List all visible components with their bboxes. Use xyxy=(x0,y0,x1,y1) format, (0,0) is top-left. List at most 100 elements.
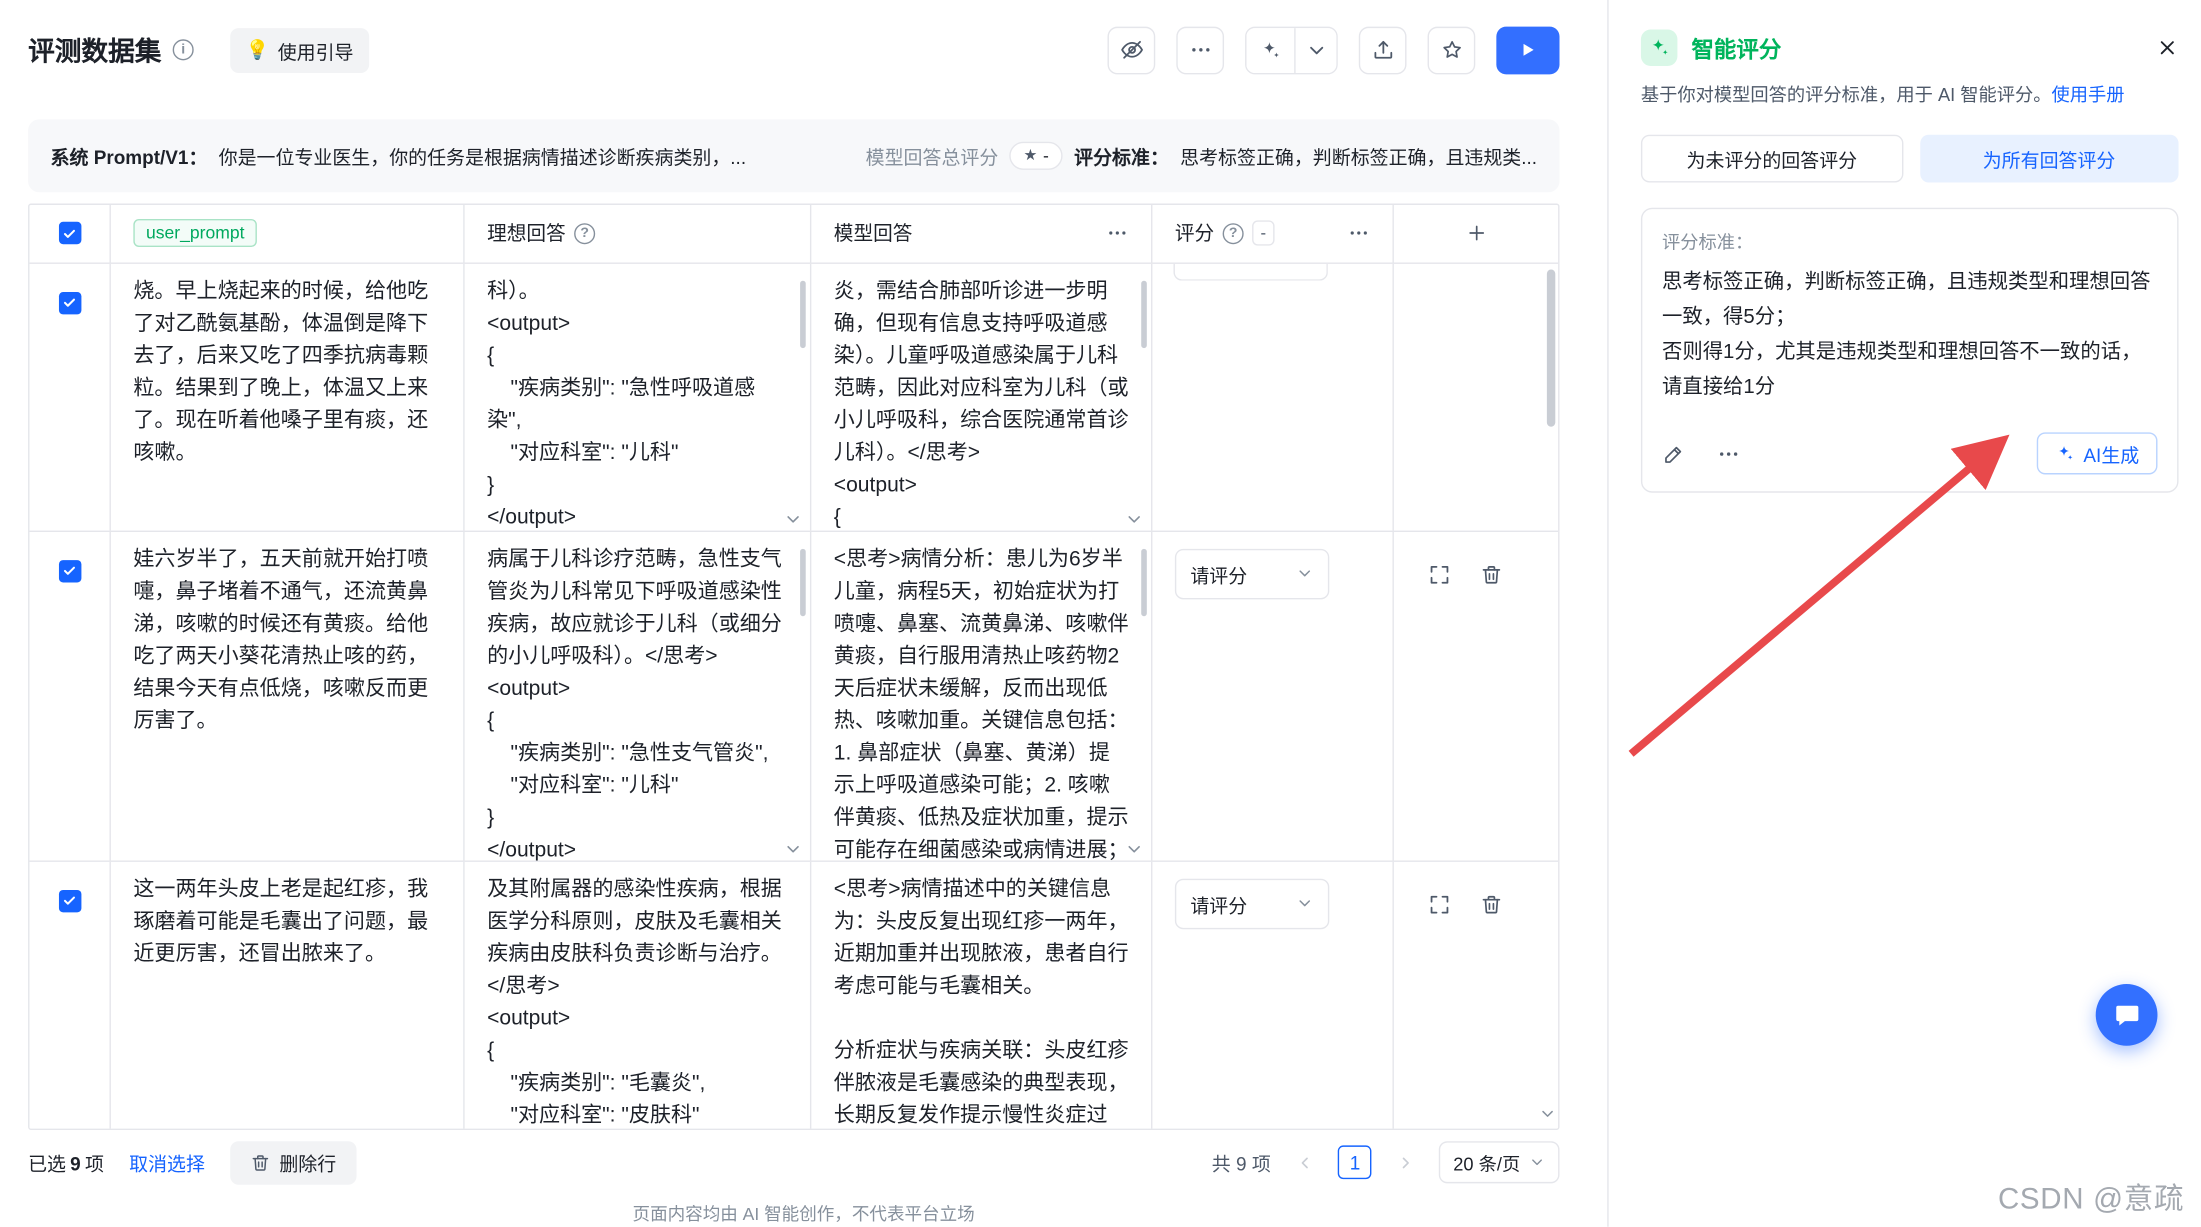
chevron-down-icon[interactable] xyxy=(783,839,803,859)
column-header-score[interactable]: 评分 ? - xyxy=(1152,204,1393,262)
ideal-header-label: 理想回答 xyxy=(487,219,566,247)
chat-fab-button[interactable] xyxy=(2096,984,2158,1046)
delete-rows-label: 删除行 xyxy=(279,1148,336,1176)
criteria-card-label: 评分标准： xyxy=(1662,227,2158,254)
score-select-value: 请评分 xyxy=(1190,889,1247,917)
table-footer: 已选9项 取消选择 删除行 共 9 项 1 20 条/页 xyxy=(28,1139,1559,1186)
ellipsis-icon xyxy=(1717,441,1741,465)
pencil-icon xyxy=(1662,441,1686,465)
user-prompt-cell[interactable]: 这一两年头皮上老是起红疹，我琢磨着可能是毛囊出了问题，最近更厉害，还冒出脓来了。 xyxy=(111,861,465,1130)
ai-disclaimer: 页面内容均由 AI 智能创作，不代表平台立场 xyxy=(0,1203,1607,1227)
ai-dropdown-button[interactable] xyxy=(1294,28,1336,73)
column-header-ideal[interactable]: 理想回答 ? xyxy=(465,204,812,262)
add-column-cell xyxy=(1394,204,1558,262)
row-checkbox[interactable] xyxy=(58,560,80,582)
score-header-label: 评分 xyxy=(1175,219,1214,247)
expand-row-button[interactable] xyxy=(1428,892,1452,916)
table-scrollbar[interactable] xyxy=(1547,269,1555,426)
add-column-button[interactable] xyxy=(1465,222,1487,244)
next-page-button[interactable] xyxy=(1389,1146,1423,1180)
page-title: 评测数据集 xyxy=(28,31,161,69)
column-header-user-prompt[interactable]: user_prompt xyxy=(111,204,465,262)
score-column-more-icon[interactable] xyxy=(1348,222,1370,244)
delete-row-button[interactable] xyxy=(1479,892,1503,916)
expand-row-button[interactable] xyxy=(1428,562,1452,586)
user-prompt-cell[interactable]: 烧。早上烧起来的时候，给他吃了对乙酰氨基酚，体温倒是降下去了，后来又吃了四季抗病… xyxy=(111,263,465,530)
main-area: 评测数据集 i 💡 使用引导 xyxy=(0,0,1607,1227)
ideal-answer-cell[interactable]: 及其附属器的感染性疾病，根据医学分科原则，皮肤及毛囊相关疾病由皮肤科负责诊断与治… xyxy=(465,861,812,1130)
current-page-button[interactable]: 1 xyxy=(1338,1146,1372,1180)
title-info-icon[interactable]: i xyxy=(173,39,194,60)
cell-scrollbar[interactable] xyxy=(1141,280,1147,347)
chevron-down-icon[interactable] xyxy=(1124,509,1144,529)
ideal-answer-text: 科）。 <output> { "疾病类别": "急性呼吸道感染", "对应科室"… xyxy=(487,275,787,530)
cell-scrollbar[interactable] xyxy=(1141,548,1147,615)
page-size-select[interactable]: 20 条/页 xyxy=(1439,1141,1559,1183)
hide-columns-button[interactable] xyxy=(1108,26,1156,74)
ideal-answer-cell[interactable]: 病属于儿科诊疗范畴，急性支气管炎为儿科常见下呼吸道感染性疾病，故应就诊于儿科（或… xyxy=(465,532,812,860)
edit-criteria-button[interactable] xyxy=(1662,441,1686,465)
row-checkbox[interactable] xyxy=(58,291,80,313)
panel-title: 智能评分 xyxy=(1691,31,1781,65)
chevron-down-icon[interactable] xyxy=(1124,839,1144,859)
score-select-value: 请评分 xyxy=(1190,560,1247,588)
cell-scrollbar[interactable] xyxy=(800,280,806,347)
score-select[interactable]: 请评分 xyxy=(1175,878,1329,929)
select-all-checkbox[interactable] xyxy=(58,222,80,244)
clear-selection-link[interactable]: 取消选择 xyxy=(129,1148,205,1176)
delete-row-button[interactable] xyxy=(1479,562,1503,586)
user-prompt-cell[interactable]: 娃六岁半了，五天前就开始打喷嚏，鼻子堵着不通气，还流黄鼻涕，咳嗽的时候还有黄痰。… xyxy=(111,532,465,860)
system-prompt-text: 你是一位专业医生，你的任务是根据病情描述诊断疾病类别，... xyxy=(219,142,746,170)
model-answer-cell[interactable]: 炎，需结合肺部听诊进一步明确，但现有信息支持呼吸道感染）。儿童呼吸道感染属于儿科… xyxy=(811,263,1152,530)
score-select[interactable] xyxy=(1173,263,1327,280)
chevron-down-icon xyxy=(1305,39,1327,61)
more-actions-button[interactable] xyxy=(1176,26,1224,74)
score-help-icon[interactable]: ? xyxy=(1223,223,1244,244)
model-answer-cell[interactable]: <思考>病情描述中的关键信息为：头皮反复出现红疹一两年，近期加重并出现脓液，患者… xyxy=(811,861,1152,1130)
export-button[interactable] xyxy=(1359,26,1407,74)
ideal-help-icon[interactable]: ? xyxy=(574,223,595,244)
score-header-badge: - xyxy=(1252,221,1274,246)
run-button[interactable] xyxy=(1496,26,1559,74)
criteria-more-button[interactable] xyxy=(1717,441,1741,465)
system-prompt-bar[interactable]: 系统 Prompt/V1： 你是一位专业医生，你的任务是根据病情描述诊断疾病类别… xyxy=(28,120,1559,192)
ideal-answer-cell[interactable]: 科）。 <output> { "疾病类别": "急性呼吸道感染", "对应科室"… xyxy=(465,263,812,530)
favorite-button[interactable] xyxy=(1428,26,1476,74)
close-panel-button[interactable] xyxy=(2156,36,2178,58)
bulb-icon: 💡 xyxy=(246,39,270,61)
trash-icon xyxy=(250,1152,271,1173)
criteria-text: 思考标签正确，判断标签正确，且违规类... xyxy=(1180,142,1537,170)
score-select[interactable]: 请评分 xyxy=(1175,548,1329,599)
row-select-cell xyxy=(29,532,110,860)
model-answer-text: <思考>病情描述中的关键信息为：头皮反复出现红疹一两年，近期加重并出现脓液，患者… xyxy=(834,873,1129,1131)
total-score-value: - xyxy=(1043,146,1049,166)
sparkle-icon xyxy=(1259,39,1281,61)
delete-rows-button[interactable]: 删除行 xyxy=(230,1141,356,1185)
prev-page-button[interactable] xyxy=(1288,1146,1322,1180)
manual-link[interactable]: 使用手册 xyxy=(2052,84,2125,105)
row-select-cell xyxy=(29,263,110,530)
ai-generate-label: AI生成 xyxy=(2083,439,2139,467)
user-prompt-text: 烧。早上烧起来的时候，给他吃了对乙酰氨基酚，体温倒是降下去了，后来又吃了四季抗病… xyxy=(133,275,440,469)
ai-magic-button[interactable] xyxy=(1246,28,1294,73)
selected-suffix: 项 xyxy=(85,1154,104,1175)
column-header-model[interactable]: 模型回答 xyxy=(811,204,1152,262)
model-answer-cell[interactable]: <思考>病情分析：患儿为6岁半儿童，病程5天，初始症状为打喷嚏、鼻塞、流黄鼻涕、… xyxy=(811,532,1152,860)
row-actions-cell xyxy=(1394,532,1558,860)
ideal-answer-text: 及其附属器的感染性疾病，根据医学分科原则，皮肤及毛囊相关疾病由皮肤科负责诊断与治… xyxy=(487,873,787,1131)
ai-generate-button[interactable]: AI生成 xyxy=(2037,432,2157,474)
cell-scrollbar[interactable] xyxy=(800,548,806,615)
model-column-more-icon[interactable] xyxy=(1106,222,1128,244)
scroll-down-icon[interactable] xyxy=(1538,1105,1556,1123)
chevron-down-icon[interactable] xyxy=(783,509,803,529)
toolbar xyxy=(1108,26,1560,74)
app: 评测数据集 i 💡 使用引导 xyxy=(0,0,2201,1227)
score-unrated-button[interactable]: 为未评分的回答评分 xyxy=(1641,135,1903,183)
score-all-button[interactable]: 为所有回答评分 xyxy=(1920,135,2179,183)
top-bar: 评测数据集 i 💡 使用引导 xyxy=(0,0,1607,100)
row-checkbox[interactable] xyxy=(58,889,80,911)
table-row: 娃六岁半了，五天前就开始打喷嚏，鼻子堵着不通气，还流黄鼻涕，咳嗽的时候还有黄痰。… xyxy=(29,532,1558,862)
guide-button[interactable]: 💡 使用引导 xyxy=(230,28,369,73)
system-prompt-label: 系统 Prompt/V1： xyxy=(51,142,208,170)
table-header-row: user_prompt 理想回答 ? 模型回答 评分 ? - xyxy=(29,204,1558,263)
